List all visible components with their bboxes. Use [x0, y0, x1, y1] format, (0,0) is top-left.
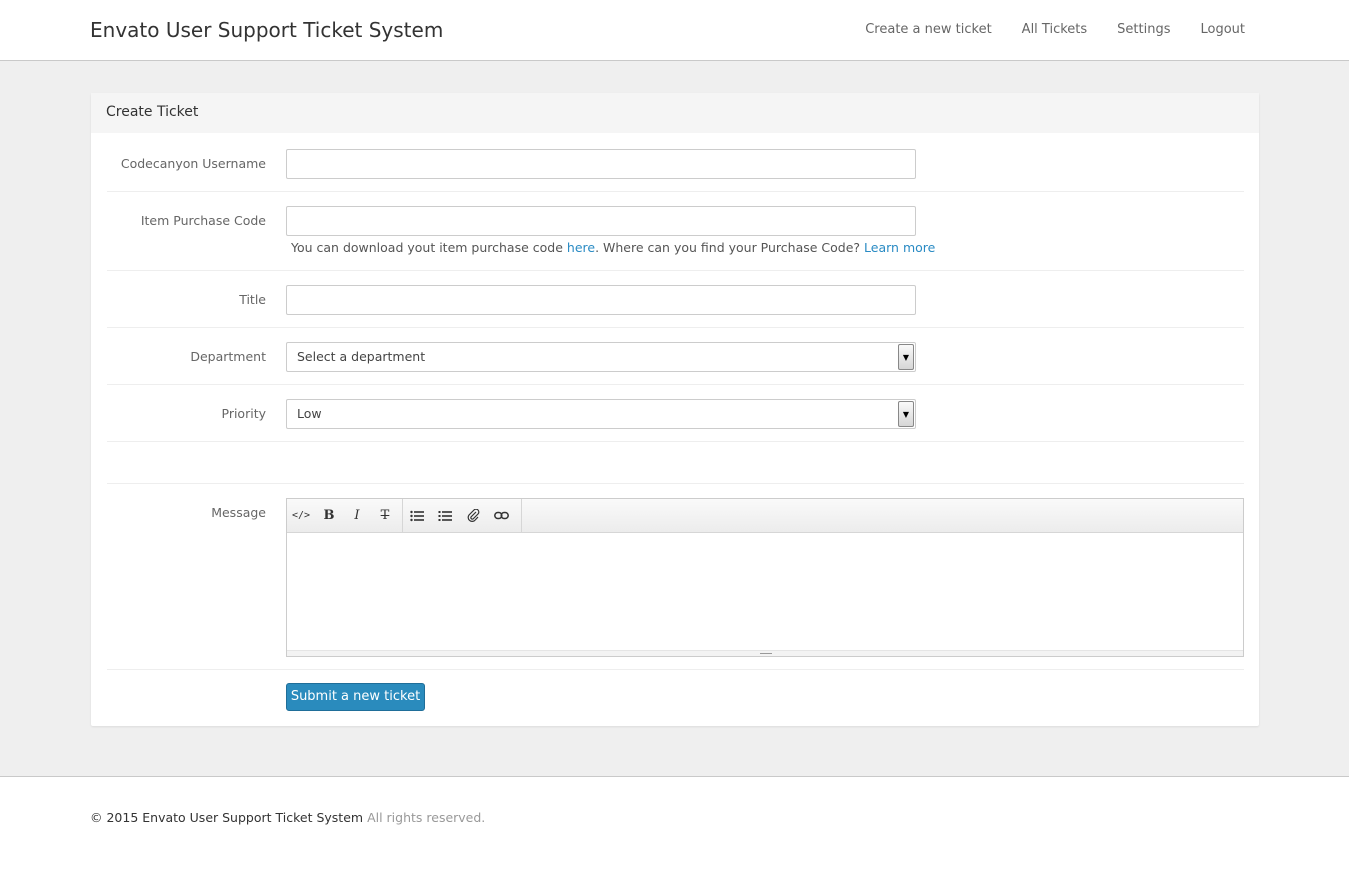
editor-resize-handle[interactable] [287, 650, 1243, 656]
format-group: </> B I T [287, 499, 403, 532]
ordered-list-icon[interactable] [431, 499, 459, 532]
department-label: Department [190, 349, 266, 364]
purchase-code-row: Item Purchase Code You can download yout… [107, 192, 1244, 271]
priority-selected-value: Low [297, 406, 322, 421]
priority-row: Priority Low ▼ [107, 385, 1244, 442]
message-editor: </> B I T [286, 498, 1244, 657]
message-label: Message [211, 505, 266, 520]
priority-select[interactable]: Low ▼ [286, 399, 916, 429]
grip-icon [760, 653, 772, 654]
username-label: Codecanyon Username [120, 156, 266, 171]
bold-icon[interactable]: B [315, 499, 343, 532]
submit-ticket-button[interactable]: Submit a new ticket [286, 683, 425, 711]
title-input[interactable] [286, 285, 916, 315]
nav-all-tickets[interactable]: All Tickets [1022, 22, 1087, 37]
help-text-prefix: You can download yout item purchase code [291, 240, 567, 255]
purchase-code-help: You can download yout item purchase code… [291, 240, 935, 255]
department-selected-value: Select a department [297, 349, 426, 364]
code-icon[interactable]: </> [287, 499, 315, 532]
priority-label: Priority [221, 406, 267, 421]
spacer-row [107, 442, 1244, 484]
purchase-code-label: Item Purchase Code [140, 213, 266, 228]
editor-content-area[interactable] [287, 533, 1243, 650]
main-area: Create Ticket Codecanyon Username Item P… [0, 61, 1349, 777]
dropdown-arrow-icon[interactable]: ▼ [898, 401, 914, 427]
create-ticket-panel: Create Ticket Codecanyon Username Item P… [91, 93, 1259, 726]
unordered-list-icon[interactable] [403, 499, 431, 532]
message-row: Message </> B I T [107, 484, 1244, 670]
main-nav: Create a new ticket All Tickets Settings… [865, 22, 1245, 37]
attachment-icon[interactable] [459, 499, 487, 532]
help-text-middle: . Where can you find your Purchase Code? [595, 240, 865, 255]
panel-title: Create Ticket [91, 93, 1259, 133]
link-icon[interactable] [487, 499, 515, 532]
download-here-link[interactable]: here [567, 240, 595, 255]
footer-copyright: © 2015 Envato User Support Ticket System [90, 810, 364, 825]
username-row: Codecanyon Username [107, 133, 1244, 192]
nav-logout[interactable]: Logout [1200, 22, 1245, 37]
nav-create-ticket[interactable]: Create a new ticket [865, 22, 991, 37]
italic-icon[interactable]: I [343, 499, 371, 532]
title-label: Title [239, 292, 266, 307]
editor-toolbar: </> B I T [287, 499, 1243, 533]
purchase-code-input[interactable] [286, 206, 916, 236]
username-input[interactable] [286, 149, 916, 179]
top-navbar: Envato User Support Ticket System Create… [0, 0, 1349, 61]
brand-title[interactable]: Envato User Support Ticket System [90, 18, 443, 42]
title-row: Title [107, 271, 1244, 328]
dropdown-arrow-icon[interactable]: ▼ [898, 344, 914, 370]
footer: © 2015 Envato User Support Ticket System… [90, 810, 485, 825]
nav-settings[interactable]: Settings [1117, 22, 1170, 37]
footer-rights: All rights reserved. [367, 810, 486, 825]
department-row: Department Select a department ▼ [107, 328, 1244, 385]
department-select[interactable]: Select a department ▼ [286, 342, 916, 372]
strikethrough-icon[interactable]: T [371, 499, 399, 532]
insert-group [403, 499, 522, 532]
learn-more-link[interactable]: Learn more [864, 240, 935, 255]
